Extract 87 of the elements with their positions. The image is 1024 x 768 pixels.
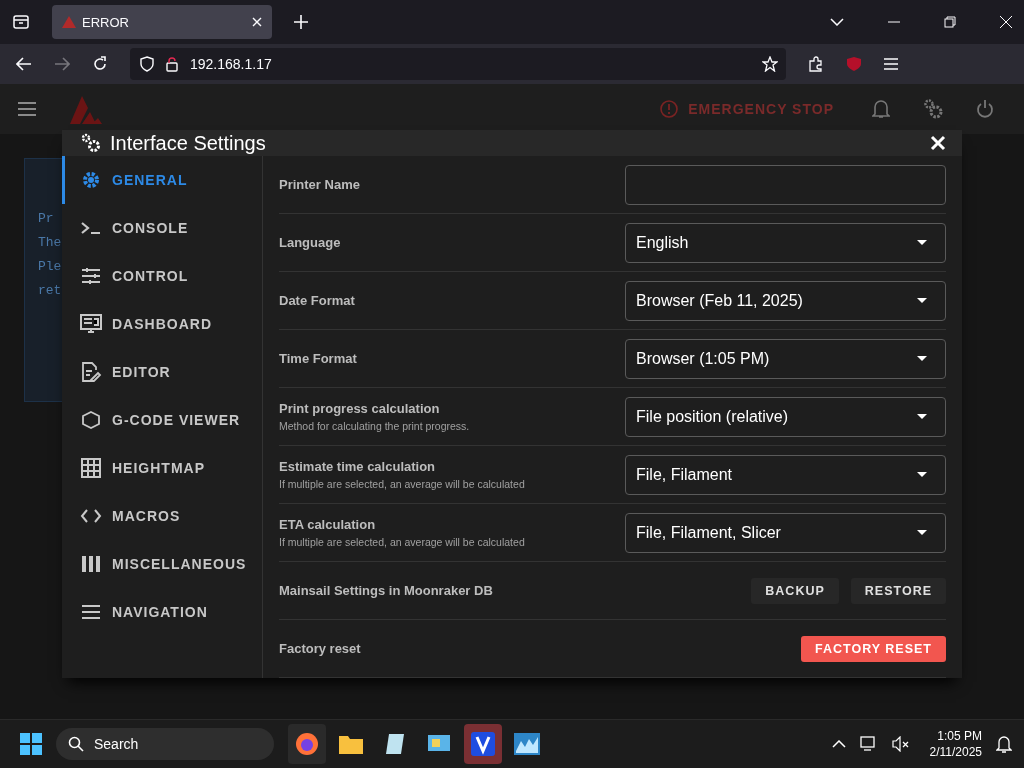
shield-icon <box>140 56 154 72</box>
sidebar-item[interactable]: CONSOLE <box>62 204 262 252</box>
muted-speaker-icon[interactable] <box>891 736 910 752</box>
menu-icon <box>80 605 102 619</box>
dropdown-icon <box>917 298 927 303</box>
new-tab-icon[interactable] <box>294 15 308 29</box>
star-icon[interactable] <box>762 56 778 72</box>
close-icon[interactable] <box>930 135 946 151</box>
dialog-title: Interface Settings <box>110 131 266 155</box>
console-text: The <box>38 234 63 252</box>
select-field[interactable]: Browser (Feb 11, 2025) <box>625 280 946 321</box>
warning-icon <box>62 16 76 28</box>
monitor-icon <box>80 314 102 334</box>
sidebar-item[interactable]: GENERAL <box>62 156 262 204</box>
setting-label: Time Format <box>279 351 358 366</box>
console-icon <box>80 221 102 235</box>
sidebar-item[interactable]: MISCELLANEOUS <box>62 540 262 588</box>
select-field[interactable]: File, Filament, Slicer <box>625 512 946 553</box>
forward-icon[interactable] <box>54 57 70 71</box>
setting-label: Date Format <box>279 293 356 308</box>
gear-icon <box>80 170 102 190</box>
sidebar-item[interactable]: CONTROL <box>62 252 262 300</box>
action-button[interactable]: BACKUP <box>751 577 839 604</box>
setting-label: Print progress calculation <box>279 401 441 416</box>
input-field[interactable] <box>625 164 946 205</box>
close-icon[interactable] <box>1000 16 1012 28</box>
sidebar-item[interactable]: MACROS <box>62 492 262 540</box>
sliders-icon <box>80 267 102 285</box>
logo-icon <box>68 94 104 124</box>
console-text: Pr <box>38 210 55 228</box>
tab-list-icon[interactable] <box>12 13 30 31</box>
notepad-icon[interactable] <box>384 732 406 756</box>
address-bar[interactable]: 192.168.1.17 <box>130 48 786 80</box>
select-field[interactable]: English <box>625 222 946 263</box>
folder-icon[interactable] <box>338 733 364 755</box>
sidebar-item[interactable]: EDITOR <box>62 348 262 396</box>
setting-label: Printer Name <box>279 177 361 192</box>
browser-tab[interactable]: ERROR <box>52 5 272 39</box>
setting-label: ETA calculation <box>279 517 377 532</box>
columns-icon <box>80 555 102 573</box>
dropdown-icon <box>917 414 927 419</box>
restore-icon[interactable] <box>944 16 956 28</box>
setting-label: Mainsail Settings in Moonraker DB <box>279 583 494 598</box>
back-icon[interactable] <box>16 57 32 71</box>
setting-hint: If multiple are selected, an average will be calculated <box>279 536 526 548</box>
setting-hint: Method for calculating the print progress. <box>279 420 471 432</box>
chart-app-icon[interactable] <box>514 733 540 755</box>
browser-icon[interactable] <box>295 732 319 756</box>
clock-time: 1:05 PM <box>937 729 982 743</box>
setting-label: Factory reset <box>279 641 362 656</box>
chevron-down-icon[interactable] <box>830 18 844 26</box>
dropdown-icon <box>917 240 927 245</box>
network-icon[interactable] <box>859 736 878 752</box>
sidebar-item[interactable]: NAVIGATION <box>62 588 262 636</box>
settings-icon[interactable] <box>922 98 944 120</box>
reload-icon[interactable] <box>92 56 108 72</box>
setting-label: Language <box>279 235 342 250</box>
select-field[interactable]: File position (relative) <box>625 396 946 437</box>
dropdown-icon <box>917 472 927 477</box>
search-field[interactable]: Search <box>56 728 274 760</box>
sidebar-item[interactable]: DASHBOARD <box>62 300 262 348</box>
start-icon[interactable] <box>20 733 42 755</box>
setting-label: Estimate time calculation <box>279 459 437 474</box>
extensions-icon[interactable] <box>808 56 824 72</box>
lock-icon <box>166 56 178 72</box>
select-field[interactable]: Browser (1:05 PM) <box>625 338 946 379</box>
sidebar-item[interactable]: G-CODE VIEWER <box>62 396 262 444</box>
app-v-icon[interactable] <box>471 732 495 756</box>
search-icon <box>68 736 84 752</box>
code-icon <box>80 509 102 523</box>
document-pencil-icon <box>80 362 102 382</box>
power-icon[interactable] <box>976 99 994 119</box>
dropdown-icon <box>917 356 927 361</box>
dropdown-icon <box>917 530 927 535</box>
clock-date: 2/11/2025 <box>929 745 982 759</box>
alert-icon <box>660 100 679 118</box>
sidebar-item[interactable]: HEIGHTMAP <box>62 444 262 492</box>
close-icon[interactable] <box>252 17 262 27</box>
console-text: ret <box>38 282 63 300</box>
menu-icon[interactable] <box>18 102 36 116</box>
select-field[interactable]: File, Filament <box>625 454 946 495</box>
grid-icon <box>80 458 102 478</box>
setting-hint: If multiple are selected, an average will be calculated <box>279 478 526 490</box>
chevron-up-icon[interactable] <box>831 740 846 748</box>
console-text: Ple <box>38 258 63 276</box>
action-button[interactable]: RESTORE <box>850 577 946 604</box>
settings-icon <box>80 132 102 154</box>
